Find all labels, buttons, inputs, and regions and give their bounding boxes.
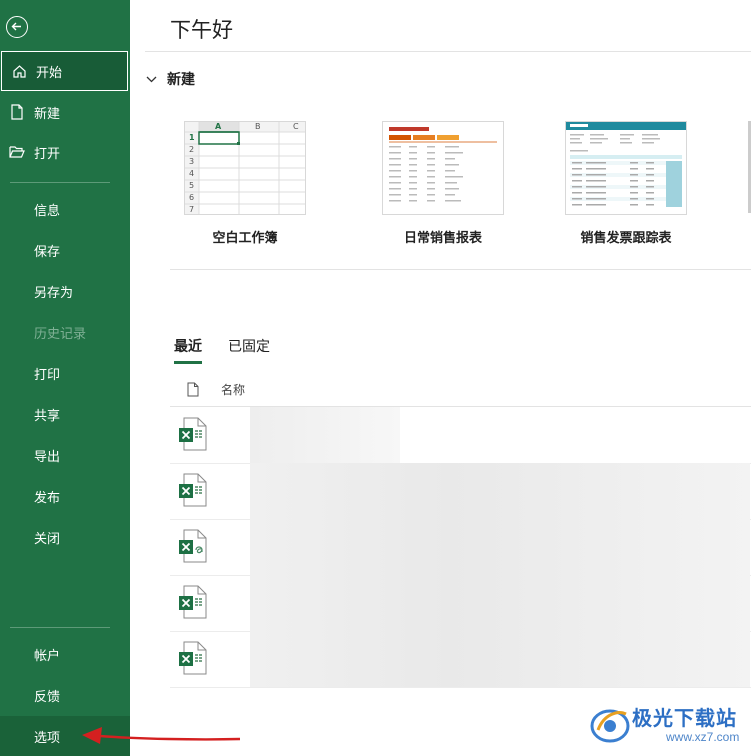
sidebar-item-close[interactable]: 关闭 [0, 517, 130, 557]
sidebar-item-label: 信息 [34, 203, 61, 219]
template-thumbnail [565, 121, 687, 215]
template-label: 日常销售报表 [403, 231, 482, 246]
recent-tabs: 最近 已固定 [174, 336, 296, 364]
excel-file-icon [179, 585, 207, 619]
backstage-sidebar: 开始 新建 打开 信息 保存 另存为 历史记录 打印 共享 导出 发布 关闭 帐… [0, 0, 130, 756]
template-daily-sales-report[interactable]: 日常销售报表 [368, 121, 518, 246]
sidebar-item-publish[interactable]: 发布 [0, 476, 130, 516]
home-icon [11, 63, 27, 79]
sidebar-item-feedback[interactable]: 反馈 [0, 675, 130, 715]
sidebar-item-label: 导出 [34, 449, 61, 465]
sidebar-item-save[interactable]: 保存 [0, 230, 130, 270]
page-title: 下午好 [170, 18, 233, 42]
folder-open-icon [9, 144, 25, 160]
template-blank-workbook[interactable]: A B C 1 2 3 4 5 6 7 空白工作簿 [170, 121, 320, 246]
sidebar-item-share[interactable]: 共享 [0, 394, 130, 434]
row-header: 7 [189, 205, 195, 214]
template-label: 空白工作簿 [212, 231, 278, 246]
recent-file-row[interactable] [170, 463, 751, 520]
section-title: 新建 [167, 72, 195, 88]
recent-file-row[interactable] [170, 575, 751, 632]
row-header: 3 [189, 157, 195, 166]
tab-pinned[interactable]: 已固定 [228, 336, 270, 364]
sidebar-divider [10, 627, 110, 628]
sidebar-item-label: 打开 [34, 146, 61, 162]
backstage-main: 下午好 新建 A B C 1 2 3 4 5 6 7 空白工作簿 日常销售报表 … [130, 0, 751, 754]
sidebar-item-save-as[interactable]: 另存为 [0, 271, 130, 311]
row-header: 5 [189, 181, 195, 190]
sidebar-item-new[interactable]: 新建 [0, 92, 130, 132]
column-header-b: B [255, 122, 261, 131]
sidebar-item-info[interactable]: 信息 [0, 189, 130, 229]
tab-recent[interactable]: 最近 [174, 336, 202, 364]
blurred-file-name [250, 407, 400, 463]
file-type-icon [187, 382, 199, 396]
divider [170, 269, 751, 270]
sidebar-item-account[interactable]: 帐户 [0, 634, 130, 674]
watermark: 极光下载站 www.xz7.com [588, 700, 748, 752]
column-header-name[interactable]: 名称 [221, 381, 245, 398]
template-thumbnail: A B C 1 2 3 4 5 6 7 [184, 121, 306, 215]
blurred-file-name [250, 463, 750, 519]
sidebar-item-label: 帐户 [34, 648, 61, 664]
row-header: 4 [189, 169, 195, 178]
sidebar-item-print[interactable]: 打印 [0, 353, 130, 393]
excel-file-icon [179, 473, 207, 507]
row-header: 1 [189, 133, 195, 142]
row-header: 6 [189, 193, 195, 202]
sidebar-item-label: 另存为 [34, 285, 74, 301]
sidebar-item-label: 新建 [34, 106, 61, 122]
new-section-toggle[interactable]: 新建 [146, 69, 195, 89]
excel-file-icon [179, 641, 207, 675]
watermark-url: www.xz7.com [666, 730, 740, 744]
column-header-a: A [215, 122, 222, 131]
sidebar-item-label: 历史记录 [34, 326, 87, 342]
sidebar-item-history: 历史记录 [0, 312, 130, 352]
row-header: 2 [189, 145, 195, 154]
sidebar-item-label: 关闭 [34, 531, 61, 547]
divider [145, 51, 751, 52]
recent-file-row[interactable] [170, 631, 751, 688]
back-button[interactable] [6, 16, 28, 38]
back-arrow-icon [11, 22, 21, 31]
recent-list-header: 名称 [170, 372, 751, 407]
red-arrow-annotation [82, 727, 241, 744]
sidebar-item-open[interactable]: 打开 [0, 132, 130, 172]
blurred-file-name [250, 631, 750, 687]
recent-file-row[interactable] [170, 519, 751, 576]
template-label: 销售发票跟踪表 [580, 231, 672, 246]
sidebar-item-label: 开始 [36, 65, 63, 81]
watermark-logo-icon [590, 709, 630, 743]
sidebar-item-home[interactable]: 开始 [1, 51, 128, 91]
column-header-c: C [293, 122, 299, 131]
template-thumbnail [382, 121, 504, 215]
sidebar-item-label: 保存 [34, 244, 61, 260]
template-sales-invoice-tracker[interactable]: 销售发票跟踪表 [551, 121, 701, 246]
blurred-file-name [250, 575, 750, 631]
sidebar-item-label: 反馈 [34, 689, 61, 705]
new-document-icon [9, 104, 25, 120]
recent-file-row[interactable] [170, 407, 751, 464]
excel-macro-file-icon [179, 529, 207, 563]
sidebar-item-label: 发布 [34, 490, 61, 506]
sidebar-item-label: 选项 [34, 730, 61, 746]
watermark-brand: 极光下载站 [632, 706, 737, 730]
blurred-file-name [250, 519, 750, 575]
chevron-down-icon [146, 76, 157, 82]
sidebar-divider [10, 182, 110, 183]
sidebar-item-label: 共享 [34, 408, 61, 424]
sidebar-item-export[interactable]: 导出 [0, 435, 130, 475]
sidebar-item-label: 打印 [34, 367, 61, 383]
excel-file-icon [179, 417, 207, 451]
